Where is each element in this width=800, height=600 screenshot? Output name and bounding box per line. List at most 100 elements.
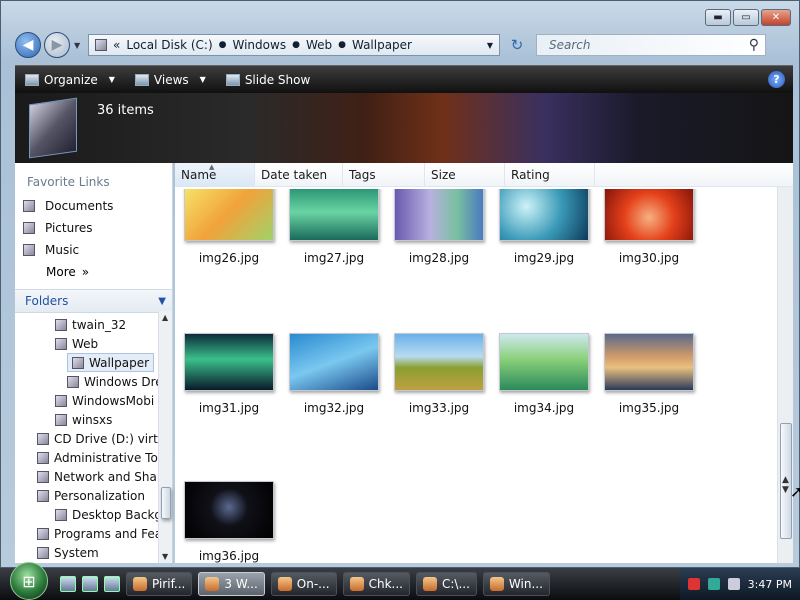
file-tile[interactable]: img26.jpg [177, 189, 281, 265]
scroll-down-icon[interactable]: ▼ [162, 552, 168, 561]
folder-icon [67, 375, 79, 388]
taskbar-button[interactable]: Chk... [342, 572, 410, 596]
file-tile[interactable]: img32.jpg [282, 333, 386, 415]
file-name: img35.jpg [618, 401, 680, 415]
sort-ascending-icon: ▲ [209, 163, 215, 171]
tree-item[interactable]: winsxs [55, 410, 112, 429]
column-rating[interactable]: Rating [505, 163, 595, 186]
column-name[interactable]: ▲ Name [175, 163, 255, 186]
file-tile[interactable]: img28.jpg [387, 189, 491, 265]
file-name: img36.jpg [198, 549, 260, 563]
breadcrumb-web[interactable]: Web [306, 38, 332, 52]
folder-header: 36 items [15, 93, 793, 163]
taskbar-button[interactable]: Pirif... [126, 572, 193, 596]
volume-icon[interactable] [727, 578, 740, 590]
views-button[interactable]: Views ▼ [125, 66, 216, 93]
back-arrow-icon[interactable]: ◀ [15, 32, 41, 58]
maximize-button[interactable]: ▭ [733, 9, 759, 26]
help-icon[interactable]: ? [768, 71, 785, 88]
network-icon[interactable] [707, 578, 720, 590]
breadcrumb-separator-icon[interactable]: ● [338, 40, 346, 50]
sidebar-item-music[interactable]: Music [15, 239, 172, 261]
tree-item[interactable]: Personalization [37, 486, 145, 505]
breadcrumb-wallpaper[interactable]: Wallpaper [352, 38, 412, 52]
file-tile[interactable]: img31.jpg [177, 333, 281, 415]
tree-item[interactable]: CD Drive (D:) virtio [37, 429, 168, 448]
sidebar-item-pictures[interactable]: Pictures [15, 217, 172, 239]
tree-item[interactable]: WindowsMobi [55, 391, 154, 410]
tree-item-label: Desktop Backgro [72, 507, 172, 522]
breadcrumb-separator-icon[interactable]: ● [219, 40, 227, 50]
taskbar-button[interactable]: C:\... [415, 572, 477, 596]
organize-button[interactable]: Organize ▼ [15, 66, 125, 93]
folder-icon [55, 318, 67, 331]
tree-item-label: Administrative Too [54, 450, 166, 465]
close-button[interactable]: ✕ [761, 9, 791, 26]
tree-item[interactable]: Windows Dre [67, 372, 163, 391]
tree-item[interactable]: twain_32 [55, 315, 126, 334]
file-tile[interactable]: img36.jpg [177, 481, 281, 563]
forward-arrow-icon[interactable]: ▶ [44, 32, 70, 58]
image-thumbnail [499, 333, 589, 391]
security-alert-icon[interactable] [687, 578, 700, 590]
tree-item[interactable]: Desktop Backgro [55, 505, 172, 524]
sidebar-item-documents[interactable]: Documents [15, 195, 172, 217]
tree-item[interactable]: Network and Shari [37, 467, 165, 486]
task-buttons: Pirif... 3 W... On-... Chk... C:\... Win... [120, 572, 550, 596]
image-thumbnail [289, 333, 379, 391]
breadcrumb-local-disk[interactable]: Local Disk (C:) [126, 38, 212, 52]
switch-windows-icon[interactable] [82, 576, 98, 592]
tree-item[interactable]: Wallpaper [67, 353, 155, 372]
folder-tree-scrollbar[interactable]: ▲ ▼ [158, 311, 172, 563]
file-tile[interactable]: img30.jpg [597, 189, 701, 265]
chevron-down-icon: ▼ [158, 295, 166, 307]
scroll-up-icon[interactable]: ▲ [162, 313, 168, 322]
minimize-button[interactable]: ▬ [705, 9, 731, 26]
clock[interactable]: 3:47 PM [748, 578, 792, 591]
file-tile[interactable]: img29.jpg [492, 189, 596, 265]
documents-icon [23, 200, 35, 212]
internet-explorer-icon[interactable] [104, 576, 120, 592]
more-label: More [46, 265, 76, 279]
image-thumbnail [289, 189, 379, 241]
search-icon[interactable]: ⚲ [749, 37, 759, 53]
tree-item-label: twain_32 [72, 317, 127, 332]
column-headers: ▲ Name Date taken Tags Size Rating [175, 163, 793, 187]
breadcrumb-separator-icon[interactable]: ● [292, 40, 300, 50]
taskbar-button[interactable]: 3 W... [198, 572, 265, 596]
column-tags[interactable]: Tags [343, 163, 425, 186]
tree-item[interactable]: Web [55, 334, 98, 353]
tree-item[interactable]: System [37, 543, 99, 559]
scrollbar-thumb[interactable] [161, 487, 171, 519]
history-dropdown-icon[interactable]: ▼ [74, 41, 84, 50]
image-thumbnail [184, 481, 274, 539]
refresh-icon[interactable]: ↻ [506, 34, 528, 56]
file-tile[interactable]: img34.jpg [492, 333, 596, 415]
folders-toggle[interactable]: Folders ▼ [15, 289, 172, 313]
file-tile[interactable]: img35.jpg [597, 333, 701, 415]
tree-item[interactable]: Administrative Too [37, 448, 165, 467]
address-bar[interactable]: « Local Disk (C:) ● Windows ● Web ● Wall… [88, 34, 500, 56]
explorer-window: ▬ ▭ ✕ ◀ ▶ ▼ « Local Disk (C:) ● Windows … [0, 0, 800, 568]
show-desktop-icon[interactable] [60, 576, 76, 592]
taskbar: ⊞ Pirif... 3 W... On-... Chk... C:\... Win...… [0, 562, 800, 600]
tree-item[interactable]: Programs and Feat [37, 524, 167, 543]
taskbar-button[interactable]: Win... [482, 572, 550, 596]
file-tile[interactable]: img33.jpg [387, 333, 491, 415]
taskbar-button[interactable]: On-... [270, 572, 337, 596]
breadcrumb-windows[interactable]: Windows [233, 38, 287, 52]
search-input[interactable]: Search ⚲ [536, 34, 766, 56]
music-icon [23, 244, 35, 256]
address-dropdown-icon[interactable]: ▼ [487, 41, 493, 50]
file-name: img26.jpg [198, 251, 260, 265]
windows-orb-icon[interactable]: ⊞ [10, 562, 48, 600]
more-links-button[interactable]: More » [15, 261, 172, 283]
slideshow-button[interactable]: Slide Show [216, 66, 320, 93]
pictures-icon [23, 222, 35, 234]
file-list-scrollbar[interactable]: ▲ ▼ [777, 187, 793, 563]
column-date-taken[interactable]: Date taken [255, 163, 343, 186]
tree-item-label: CD Drive (D:) virtio [54, 431, 169, 446]
breadcrumb-overflow[interactable]: « [113, 38, 120, 52]
file-tile[interactable]: img27.jpg [282, 189, 386, 265]
column-size[interactable]: Size [425, 163, 505, 186]
